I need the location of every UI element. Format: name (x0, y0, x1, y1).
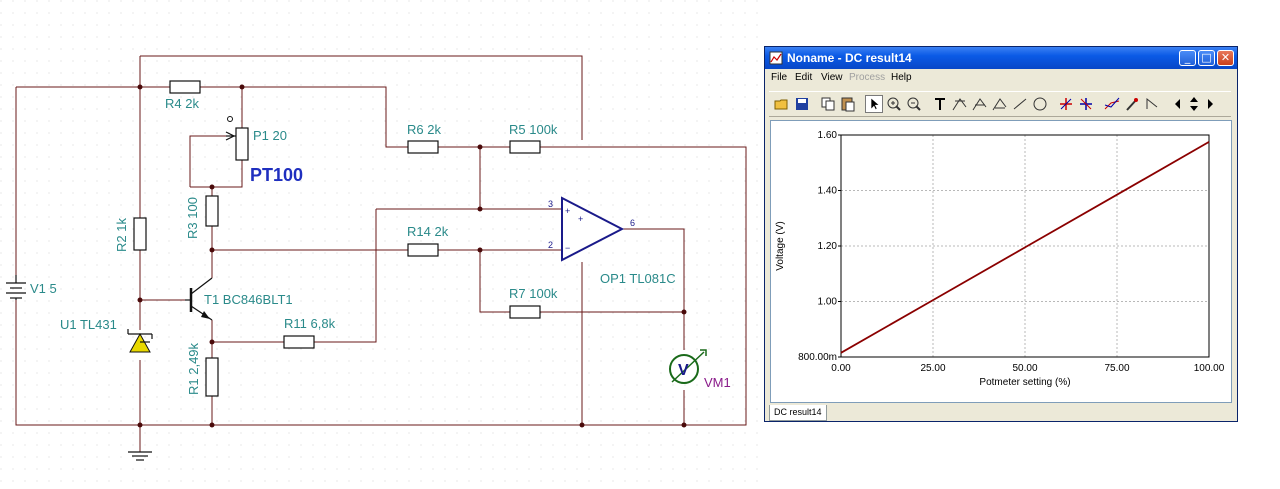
close-button[interactable]: ✕ (1217, 50, 1234, 66)
y-tick-label: 1.00 (818, 297, 838, 308)
line-icon[interactable] (1011, 95, 1029, 113)
maximize-button[interactable]: □ (1198, 50, 1215, 66)
y-axis-label: Voltage (V) (775, 221, 786, 270)
label-vm1: VM1 (704, 375, 731, 390)
label-r6: R6 2k (407, 122, 441, 137)
label-r11: R11 6,8k (284, 316, 336, 331)
y-tick-label: 1.60 (818, 130, 838, 141)
pin-3-label: 3 (548, 199, 553, 209)
arrow-icon[interactable] (1143, 95, 1161, 113)
marker-a-icon[interactable] (1057, 95, 1075, 113)
x-tick-label: 75.00 (1104, 363, 1129, 374)
chart-grid (841, 135, 1209, 357)
y-tick-label: 1.40 (818, 186, 838, 197)
cursor-b-icon[interactable] (971, 95, 989, 113)
label-t1: T1 BC846BLT1 (204, 292, 293, 307)
pointer-icon[interactable] (865, 95, 883, 113)
resistor-r6[interactable] (407, 140, 439, 154)
x-tick-label: 0.00 (831, 363, 851, 374)
menu-file[interactable]: File (771, 72, 787, 83)
series-icon[interactable] (1103, 95, 1121, 113)
cursor-a-icon[interactable] (951, 95, 969, 113)
resistor-r3[interactable] (205, 195, 219, 227)
x-tick-label: 50.00 (1012, 363, 1037, 374)
circle-icon[interactable] (1031, 95, 1049, 113)
toolbar (769, 91, 1231, 117)
series-line (840, 141, 1210, 354)
text-icon[interactable] (931, 95, 949, 113)
label-v1: V1 5 (30, 281, 57, 296)
resistor-r5[interactable] (509, 140, 541, 154)
label-r7: R7 100k (509, 286, 558, 301)
label-r1: R1 2,49k (186, 342, 201, 395)
save-icon[interactable] (793, 95, 811, 113)
window-title: Noname - DC result14 (787, 51, 912, 65)
plot-area[interactable]: 0.00 25.00 50.00 75.00 100.00 800.00m 1.00 1.20… (770, 120, 1232, 403)
right-icon[interactable] (1201, 95, 1219, 113)
dc-result-window[interactable]: Noname - DC result14 _ □ ✕ File Edit Vie… (764, 46, 1238, 422)
label-r5: R5 100k (509, 122, 558, 137)
potentiometer-p1[interactable] (235, 127, 249, 161)
pin-2-label: 2 (548, 240, 553, 250)
pen-icon[interactable] (1123, 95, 1141, 113)
x-axis-label: Potmeter setting (%) (979, 377, 1070, 388)
menu-process[interactable]: Process (849, 72, 885, 83)
resistor-r1[interactable] (205, 357, 219, 397)
x-tick-label: 100.00 (1194, 363, 1225, 374)
menu-bar: File Edit View Process Help (765, 70, 1237, 88)
tab-dc-result[interactable]: DC result14 (769, 405, 827, 421)
resistor-r2[interactable] (133, 217, 147, 251)
resistor-r4[interactable] (169, 80, 201, 94)
opamp-minus-label: − (565, 243, 570, 253)
label-r4: R4 2k (165, 96, 199, 111)
label-r2: R2 1k (114, 218, 129, 252)
copy-icon[interactable] (819, 95, 837, 113)
app-icon (769, 51, 783, 65)
y-tick-label: 1.20 (818, 241, 838, 252)
label-p1: P1 20 (253, 128, 287, 143)
open-icon[interactable] (773, 95, 791, 113)
minimize-button[interactable]: _ (1179, 50, 1196, 66)
label-pt100: PT100 (250, 165, 303, 185)
resistor-r7[interactable] (509, 305, 541, 319)
opamp-plus-label-2: + (578, 214, 583, 224)
zoom-in-icon[interactable] (885, 95, 903, 113)
marker-b-icon[interactable] (1077, 95, 1095, 113)
label-op1: OP1 TL081C (600, 271, 676, 286)
label-u1: U1 TL431 (60, 317, 117, 332)
menu-help[interactable]: Help (891, 72, 912, 83)
x-tick-label: 25.00 (920, 363, 945, 374)
label-r14: R14 2k (407, 224, 449, 239)
voltmeter-symbol: V (678, 362, 689, 379)
resistor-r11[interactable] (283, 335, 315, 349)
chart-ticks: 0.00 25.00 50.00 75.00 100.00 800.00m 1.00 1.20… (798, 130, 1225, 374)
pin-6-label: 6 (630, 218, 635, 228)
y-tick-label: 800.00m (798, 352, 837, 363)
menu-view[interactable]: View (821, 72, 843, 83)
zoom-out-icon[interactable] (905, 95, 923, 113)
circuit-schematic: 3 2 6 + + − V R4 2k P1 20 PT100 R6 2k R5… (0, 0, 760, 489)
cursor-c-icon[interactable] (991, 95, 1009, 113)
opamp-plus-label: + (565, 206, 570, 216)
title-bar[interactable]: Noname - DC result14 _ □ ✕ (765, 47, 1237, 69)
paste-icon[interactable] (839, 95, 857, 113)
resistor-r14[interactable] (407, 243, 439, 257)
dc-result-chart: 0.00 25.00 50.00 75.00 100.00 800.00m 1.00 1.20… (775, 130, 1225, 388)
menu-edit[interactable]: Edit (795, 72, 812, 83)
label-r3: R3 100 (185, 197, 200, 239)
